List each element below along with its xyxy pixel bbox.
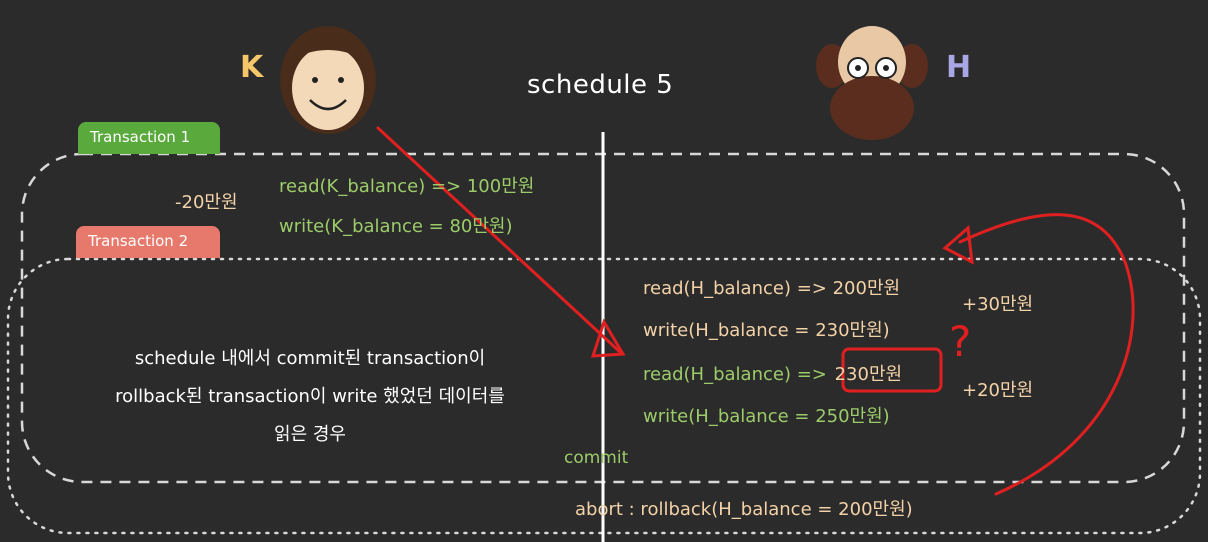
transaction-1-badge: Transaction 1 [78, 122, 220, 154]
transaction-2-badge: Transaction 2 [76, 226, 220, 258]
red-arrow-k [376, 126, 626, 358]
write-k-op: write(K_balance = 80만원) [279, 216, 513, 237]
description-text: schedule 내에서 commit된 transaction이 rollba… [40, 340, 580, 454]
k-change-label: -20만원 [175, 192, 238, 213]
h-change-2-label: +20만원 [962, 380, 1034, 401]
read-h2-op: read(H_balance) => 230만원 [643, 360, 904, 386]
write-h2-op: write(H_balance = 250만원) [643, 406, 890, 427]
k-avatar [280, 26, 376, 134]
write-h1-op: write(H_balance = 230만원) [643, 320, 890, 341]
read-h2-prefix: read(H_balance) => [643, 364, 827, 385]
description-line-2: rollback된 transaction이 write 했었던 데이터를 [115, 386, 505, 407]
description-line-1: schedule 내에서 commit된 transaction이 [134, 348, 486, 369]
read-h1-op: read(H_balance) => 200만원 [643, 278, 901, 299]
h-change-1-label: +30만원 [962, 294, 1034, 315]
description-line-3: 읽은 경우 [274, 424, 346, 445]
schedule-title: schedule 5 [527, 70, 674, 100]
abort-label: abort : rollback(H_balance = 200만원) [575, 499, 913, 520]
question-mark: ? [949, 317, 971, 366]
participant-h-label: H [946, 50, 972, 85]
read-k-op: read(K_balance) => 100만원 [279, 176, 535, 197]
h-avatar [816, 26, 928, 140]
commit-label: commit [564, 448, 629, 468]
read-h2-value: 230만원 [834, 364, 903, 385]
participant-k-label: K [240, 50, 264, 85]
red-arrow-abort [942, 213, 1135, 496]
